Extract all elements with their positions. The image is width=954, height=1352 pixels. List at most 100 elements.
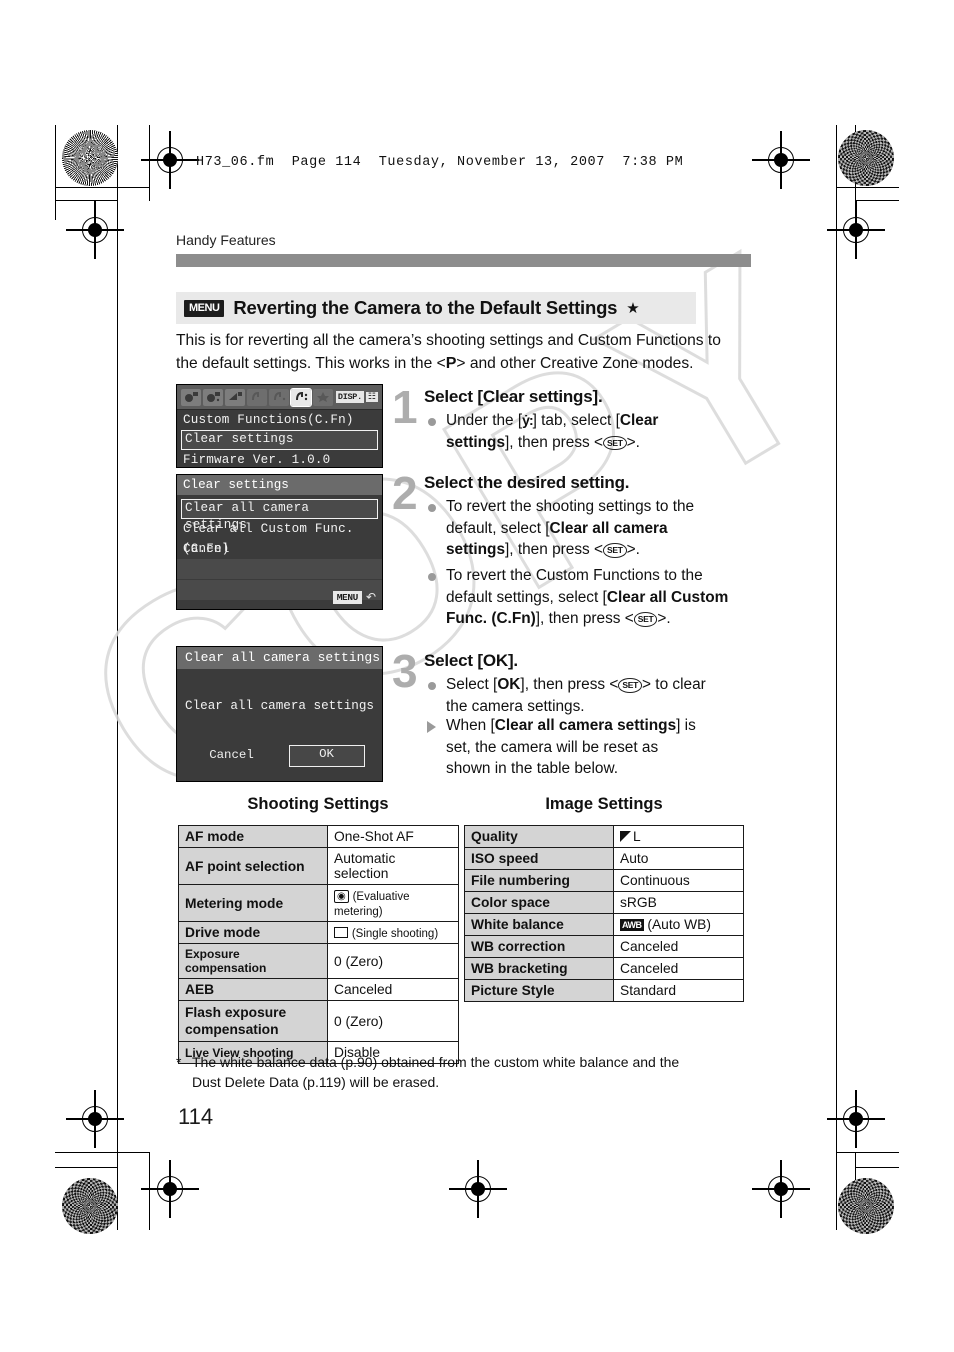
table-row: White balance AWB (Auto WB) (464, 913, 744, 936)
lcd-screenshot-menu: DISP. ☷ Custom Functions(C.Fn) Clear set… (176, 384, 383, 468)
registration-mark (827, 201, 885, 259)
row-key: Quality (464, 825, 614, 848)
tab-playback-icon (225, 388, 245, 406)
row-value: AWB (Auto WB) (613, 913, 744, 936)
footnote-line-1: The white balance data (p.90) obtained f… (192, 1054, 680, 1070)
s3b1-line-1: Select [OK], then press < SET > to clear (446, 674, 766, 696)
row-key: File numbering (464, 869, 614, 892)
lcd-dialog-buttons: Cancel OK (177, 745, 382, 767)
lcd-blank-row (177, 559, 382, 580)
bullet-icon (428, 418, 436, 426)
page-number: 114 (178, 1104, 214, 1129)
row-value: 0 (Zero) (327, 1000, 459, 1042)
shooting-settings-table: AF mode One-Shot AF AF point selection Aut… (178, 825, 459, 1064)
row-value: Standard (613, 979, 744, 1002)
row-value: Canceled (613, 935, 744, 958)
bullet-icon (428, 504, 436, 512)
tab-shooting-2-icon (203, 388, 223, 406)
step-title-1: Select [Clear settings]. (424, 387, 603, 406)
registration-mark (141, 131, 199, 189)
t: ], then press < (505, 541, 603, 558)
set-button-icon: SET (602, 435, 627, 450)
row-value: One-Shot AF (327, 825, 459, 848)
page-title: Reverting the Camera to the Default Sett… (233, 297, 618, 318)
s2b1-line-2: default, select [Clear all camera (446, 518, 766, 540)
step-2-bullet-1: To revert the shooting settings to the d… (446, 496, 766, 561)
result-arrow-icon (427, 721, 436, 733)
lcd-menu-item-selected: Clear settings (181, 430, 378, 450)
table-row: File numbering Continuous (464, 869, 744, 892)
table-row: Exposure compensation 0 (Zero) (178, 943, 459, 979)
step-1-line-1: Under the [ẏ:] tab, select [Clear (446, 410, 766, 432)
menu-icon: MENU (184, 299, 225, 317)
lcd-dialog-title: Clear settings (177, 475, 382, 495)
lcd-menu-item: Custom Functions(C.Fn) (183, 413, 354, 427)
table-row: Metering mode ◉ (Evaluative metering) (178, 884, 459, 922)
s3b1-line-2: the camera settings. (446, 697, 585, 715)
menu-button-icon: MENU (332, 591, 362, 604)
registration-mark (66, 201, 124, 259)
row-value: (Single shooting) (327, 921, 459, 944)
s3b2-line-1: When [Clear all camera settings] is (446, 715, 766, 737)
row-value-text: L (633, 829, 641, 844)
step-1-body: Under the [ẏ:] tab, select [Clear settin… (446, 410, 766, 453)
set-button-icon: SET (602, 543, 627, 558)
t: settings (446, 541, 506, 558)
t: ] tab, select [ (532, 412, 620, 429)
t: Clear (619, 412, 659, 429)
row-value: L (613, 825, 744, 848)
lcd-option: Cancel (183, 542, 230, 556)
shooting-settings-caption: Shooting Settings (247, 795, 389, 813)
tab-setup-3-icon (290, 387, 312, 407)
chapter-rule (176, 254, 751, 267)
step-3-bullet-2: When [Clear all camera settings] is set,… (446, 715, 766, 780)
bullet-icon (428, 682, 436, 690)
lcd-ok-button[interactable]: OK (288, 745, 365, 767)
registration-rosette (62, 130, 118, 186)
row-value: 0 (Zero) (327, 943, 459, 979)
step-3-bullet-1: Select [OK], then press < SET > to clear t… (446, 674, 766, 717)
lcd-dialog-title: Clear all camera settings (177, 647, 382, 669)
s2b2-line-3: Func. (C.Fn)], then press < SET >. (446, 608, 776, 630)
s2b1-line-1: To revert the shooting settings to the (446, 498, 695, 515)
crop-line (855, 1167, 899, 1169)
row-value-text: (Auto WB) (647, 917, 711, 932)
lcd-footer: MENU ↶ (332, 590, 376, 605)
intro-line-2b: > and other Creative Zone modes. (456, 354, 694, 372)
row-key: Color space (464, 891, 614, 914)
row-value: Automatic selection (327, 847, 459, 885)
footnote-star: * (176, 1054, 182, 1070)
registration-rosette (838, 130, 894, 186)
image-settings-table: Quality L ISO speed Auto File numbering Con… (464, 825, 744, 1002)
row-key: White balance (464, 913, 614, 936)
t: default settings, select [ (446, 588, 607, 606)
registration-mark (752, 131, 810, 189)
lcd-cancel-button[interactable]: Cancel (195, 745, 269, 765)
p-mode-icon: P (445, 354, 457, 372)
row-value: Canceled (327, 978, 459, 1001)
bullet-icon (428, 573, 436, 581)
chapter-label: Handy Features (176, 232, 276, 248)
lcd-option-selected: Clear all camera settings (181, 499, 378, 532)
step-title-2: Select the desired setting. (424, 473, 630, 492)
tab-shooting-1-icon (181, 388, 201, 406)
s2b2-line-1: To revert the Custom Functions to the (446, 567, 703, 584)
intro-line-2: the default settings. This works in the … (176, 353, 754, 376)
s3b2-line-2: set, the camera will be reset as (446, 738, 659, 756)
set-button-icon: SET (633, 612, 658, 627)
t: Clear all camera settings (494, 717, 677, 734)
crop-line (149, 125, 151, 201)
intro-line-2a: the default settings. This works in the … (176, 354, 446, 372)
t: ], then press < (505, 433, 603, 451)
tab-setup-2-icon (269, 388, 289, 406)
step-title-3: Select [OK]. (424, 651, 518, 670)
setup-tab-icon: ẏ: (522, 412, 533, 428)
row-key: Exposure compensation (178, 943, 328, 979)
t: >. (626, 433, 640, 451)
t: Clear all camera (549, 519, 668, 537)
set-button-icon: SET (618, 678, 643, 693)
auto-white-balance-icon: AWB (620, 919, 644, 931)
row-key: Drive mode (178, 921, 328, 944)
table-row: Flash exposure compensation 0 (Zero) (178, 1000, 459, 1042)
row-value: ◉ (Evaluative metering) (327, 884, 459, 922)
